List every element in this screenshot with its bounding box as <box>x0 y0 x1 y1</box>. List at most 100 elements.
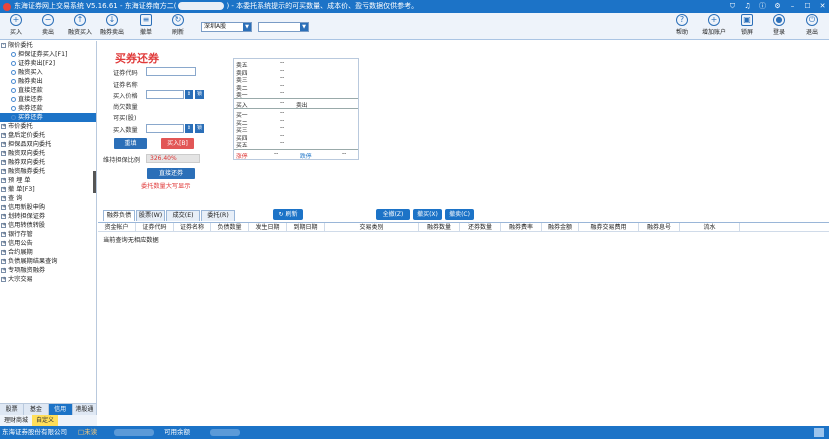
cancel-buys-button[interactable]: 撤买(X) <box>413 209 442 220</box>
login-button[interactable]: ● 登录 <box>767 14 791 36</box>
sidebar-item[interactable]: + 信用公告 <box>0 239 96 248</box>
expand-icon[interactable]: + <box>1 169 6 174</box>
column-header[interactable]: 证券名称 <box>174 223 211 232</box>
lock-button[interactable]: ▣ 锁屏 <box>735 14 759 36</box>
expand-icon[interactable]: + <box>1 124 6 129</box>
sidebar-item[interactable]: + 融资融券委托 <box>0 167 96 176</box>
sidebar-item[interactable]: + 撤 单[F3] <box>0 185 96 194</box>
sidebar-item[interactable]: + 查 询 <box>0 194 96 203</box>
sidebar-item[interactable]: + 市价委托 <box>0 122 96 131</box>
quantity-lock-button[interactable]: 锁 <box>195 124 204 133</box>
resize-grip-icon[interactable] <box>814 428 824 437</box>
column-header[interactable]: 负债数量 <box>211 223 249 232</box>
sidebar-item[interactable]: + 大宗交易 <box>0 275 96 284</box>
doc-icon[interactable] <box>11 106 16 111</box>
buy-button[interactable]: + 买入 <box>4 14 28 36</box>
column-header[interactable]: 还券数量 <box>460 223 501 232</box>
sidebar-item[interactable]: 卖券还款 <box>0 104 96 113</box>
short-sell-button[interactable]: ↓ 融券卖出 <box>100 14 124 36</box>
sidebar-item[interactable]: 担保证券买入[F1] <box>0 50 96 59</box>
price-input[interactable] <box>146 90 184 99</box>
shirt-icon[interactable]: ⛉ <box>728 0 737 13</box>
doc-icon[interactable] <box>11 97 16 102</box>
column-header[interactable]: 流水 <box>680 223 740 232</box>
doc-icon[interactable] <box>11 79 16 84</box>
column-header[interactable]: 资金帐户 <box>98 223 136 232</box>
quantity-stepper[interactable]: ⇕ <box>185 124 193 133</box>
tab-orders[interactable]: 委托(R) <box>201 210 235 221</box>
sidebar-item[interactable]: + 预 埋 单 <box>0 176 96 185</box>
column-header[interactable]: 融券息号 <box>639 223 680 232</box>
sidebar-scrollbar[interactable] <box>93 171 96 193</box>
expand-icon[interactable]: + <box>1 250 6 255</box>
sidebar-item[interactable]: 直接还券 <box>0 95 96 104</box>
cancel-order-button[interactable]: ≡ 撤单 <box>134 14 158 36</box>
column-header[interactable]: 融券金额 <box>542 223 579 232</box>
sidebar-item[interactable]: + 融券双向委托 <box>0 158 96 167</box>
doc-icon[interactable] <box>11 52 16 57</box>
sidebar-item[interactable]: + 盘后定价委托 <box>0 131 96 140</box>
sidebar-tab-stock[interactable]: 股票 <box>0 404 25 415</box>
expand-icon[interactable]: + <box>1 268 6 273</box>
sidebar-item[interactable]: 融资买入 <box>0 68 96 77</box>
sidebar-item[interactable]: + 银行存管 <box>0 230 96 239</box>
sidebar-item[interactable]: 融券卖出 <box>0 77 96 86</box>
tab-stocks[interactable]: 股票(W) <box>136 210 165 221</box>
sidebar-tab-fund[interactable]: 基金 <box>24 404 49 415</box>
status-unread[interactable]: □未读 <box>78 426 97 439</box>
sidebar-item[interactable]: 买券还券 <box>0 113 96 122</box>
column-header[interactable]: 发生日期 <box>249 223 287 232</box>
close-icon[interactable]: ✕ <box>818 0 827 13</box>
column-header[interactable]: 融券交易费用 <box>579 223 639 232</box>
maximize-icon[interactable]: ☐ <box>803 0 812 13</box>
collapse-icon[interactable]: - <box>1 43 6 48</box>
expand-icon[interactable]: + <box>1 214 6 219</box>
expand-icon[interactable]: + <box>1 232 6 237</box>
tab-short-liabilities[interactable]: 融券负债 <box>103 210 135 221</box>
expand-icon[interactable]: + <box>1 187 6 192</box>
sidebar-tab-wealth-mall[interactable]: 理财商城 <box>0 415 32 426</box>
expand-icon[interactable]: + <box>1 160 6 165</box>
column-header[interactable]: 到期日期 <box>287 223 325 232</box>
sidebar-item[interactable]: 直接还款 <box>0 86 96 95</box>
expand-icon[interactable]: + <box>1 241 6 246</box>
sidebar-item[interactable]: + 担保品双向委托 <box>0 140 96 149</box>
margin-buy-button[interactable]: ↑ 融资买入 <box>68 14 92 36</box>
cancel-all-button[interactable]: 全撤(Z) <box>376 209 410 220</box>
doc-icon[interactable] <box>11 115 16 120</box>
doc-icon[interactable] <box>11 70 16 75</box>
expand-icon[interactable]: + <box>1 259 6 264</box>
cancel-sells-button[interactable]: 撤卖(C) <box>445 209 474 220</box>
sidebar-tab-custom[interactable]: 自定义 <box>32 415 59 426</box>
refresh-button[interactable]: ↻ 刷新 <box>166 14 190 36</box>
sidebar-tab-hk-connect[interactable]: 港股通 <box>73 404 97 415</box>
doc-icon[interactable] <box>11 88 16 93</box>
price-stepper[interactable]: ⇕ <box>185 90 193 99</box>
sidebar-item[interactable]: + 划转担保证券 <box>0 212 96 221</box>
bell-icon[interactable]: ♫ <box>743 0 752 13</box>
market-select[interactable]: 深圳A股 ▼ <box>201 22 252 32</box>
minimize-icon[interactable]: – <box>788 0 797 13</box>
expand-icon[interactable]: + <box>1 178 6 183</box>
help-button[interactable]: ? 帮助 <box>670 14 694 36</box>
column-header[interactable]: 交易类别 <box>325 223 419 232</box>
tab-trades[interactable]: 成交(E) <box>166 210 200 221</box>
direct-repay-button[interactable]: 直接还券 <box>147 168 195 179</box>
column-header[interactable]: 融券数量 <box>419 223 460 232</box>
sidebar-item[interactable]: + 专项融资融券 <box>0 266 96 275</box>
settings-icon[interactable]: ⚙ <box>773 0 782 13</box>
sidebar-item[interactable]: 证券卖出[F2] <box>0 59 96 68</box>
expand-icon[interactable]: + <box>1 133 6 138</box>
sidebar-item[interactable]: + 信用新股申购 <box>0 203 96 212</box>
buy-submit-button[interactable]: 买入[B] <box>161 138 194 149</box>
sidebar-item[interactable]: + 融资双向委托 <box>0 149 96 158</box>
exit-button[interactable]: ⏻ 退出 <box>800 14 824 36</box>
sidebar-item[interactable]: + 合约展期 <box>0 248 96 257</box>
account-select[interactable]: ▼ <box>258 22 309 32</box>
column-header[interactable]: 证券代码 <box>136 223 174 232</box>
code-input[interactable] <box>146 67 196 76</box>
expand-icon[interactable]: + <box>1 142 6 147</box>
expand-icon[interactable]: + <box>1 196 6 201</box>
price-lock-button[interactable]: 锁 <box>195 90 204 99</box>
add-account-button[interactable]: + 增加账户 <box>700 14 728 36</box>
